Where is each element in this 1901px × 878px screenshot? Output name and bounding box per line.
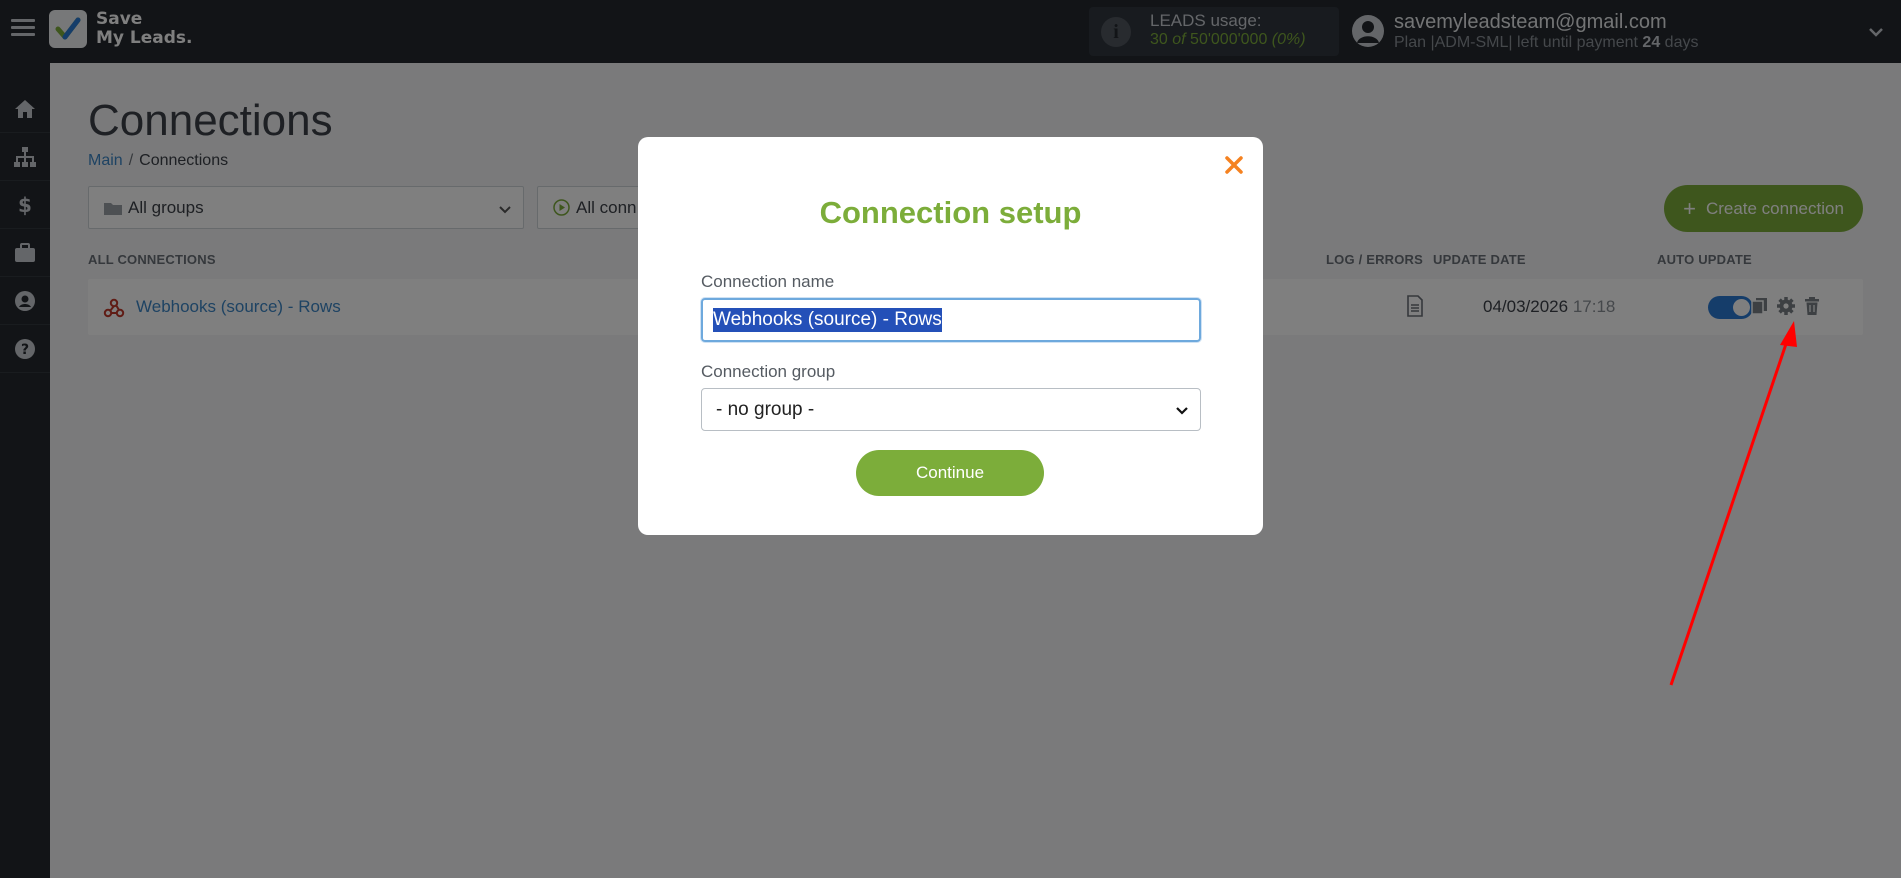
continue-button[interactable]: Continue [856,450,1044,496]
close-icon[interactable] [1222,153,1246,177]
connection-setup-modal: Connection setup Connection name Webhook… [638,137,1263,535]
modal-title: Connection setup [819,195,1082,230]
connection-name-input[interactable]: Webhooks (source) - Rows [701,298,1201,342]
connection-name-label: Connection name [701,272,835,291]
connection-group-label: Connection group [701,362,836,381]
connection-group-select[interactable]: - no group - [701,388,1201,431]
chevron-down-icon [1176,407,1188,415]
connection-name-value: Webhooks (source) - Rows [713,308,942,332]
